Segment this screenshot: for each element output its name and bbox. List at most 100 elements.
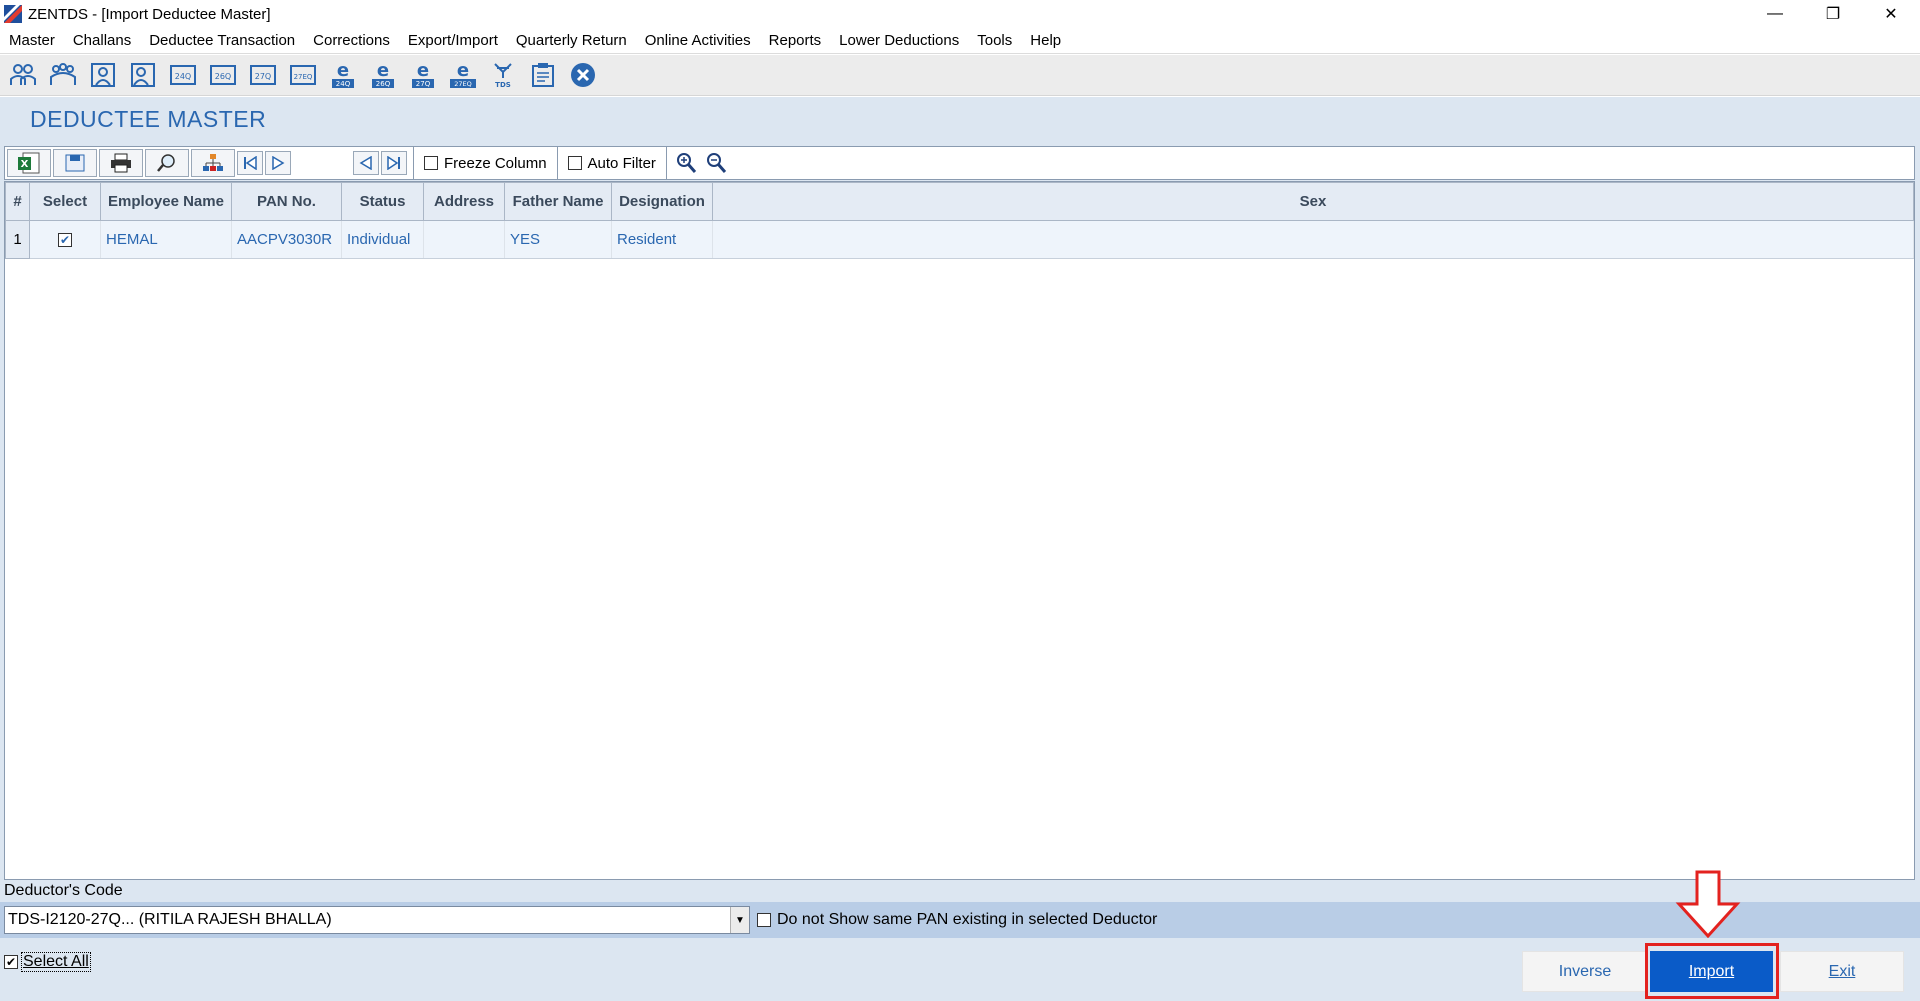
select-all-label: Select All xyxy=(21,952,91,972)
deductee-grid: # Select Employee Name PAN No. Status Ad… xyxy=(4,181,1915,880)
dropdown-arrow-icon[interactable]: ▼ xyxy=(730,907,749,933)
export-excel-button[interactable]: X xyxy=(7,149,51,177)
group-button[interactable] xyxy=(191,149,235,177)
first-record-button[interactable] xyxy=(237,151,263,175)
document-icon[interactable] xyxy=(527,59,559,91)
save-icon xyxy=(65,154,85,172)
first-record-icon xyxy=(244,156,257,170)
last-record-button[interactable] xyxy=(381,151,407,175)
form-26q-label: 26Q xyxy=(215,72,231,81)
employee-icon[interactable] xyxy=(127,59,159,91)
svg-text:X: X xyxy=(21,159,29,170)
window-title: ZENTDS - [Import Deductee Master] xyxy=(28,5,271,23)
cell-pan[interactable]: AACPV3030R xyxy=(231,220,342,259)
deductor-icon[interactable] xyxy=(7,59,39,91)
excel-icon: X xyxy=(18,152,40,174)
table-row[interactable]: 1 ✔ HEMAL AACPV3030R Individual YES Resi… xyxy=(5,220,1914,259)
menu-quarterly-return[interactable]: Quarterly Return xyxy=(507,32,636,49)
form-27eq-icon[interactable]: 27EQ xyxy=(287,59,319,91)
e-26q-icon[interactable]: e 26Q xyxy=(367,59,399,91)
menu-bar: Master Challans Deductee Transaction Cor… xyxy=(0,28,1920,54)
menu-help[interactable]: Help xyxy=(1021,32,1070,49)
menu-export-import[interactable]: Export/Import xyxy=(399,32,507,49)
close-window-button[interactable]: ✕ xyxy=(1862,0,1920,28)
tds-icon[interactable]: TDS xyxy=(487,59,519,91)
auto-filter-label: Auto Filter xyxy=(587,154,656,172)
form-24q-label: 24Q xyxy=(175,72,191,81)
cell-sex[interactable] xyxy=(712,220,1914,259)
row-select-cell[interactable]: ✔ xyxy=(29,220,101,259)
e-27q-icon[interactable]: e 27Q xyxy=(407,59,439,91)
inverse-button[interactable]: Inverse xyxy=(1522,951,1648,992)
column-header-employee-name[interactable]: Employee Name xyxy=(100,182,232,221)
zoom-in-button[interactable] xyxy=(671,147,701,179)
menu-deductee-transaction[interactable]: Deductee Transaction xyxy=(140,32,304,49)
printer-icon xyxy=(111,153,131,173)
form-27eq-label: 27EQ xyxy=(294,73,313,81)
grid-toolbar: X Freeze Column Auto Filter xyxy=(4,146,1915,180)
auto-filter-toggle[interactable]: Auto Filter xyxy=(562,147,662,179)
deductee-icon[interactable] xyxy=(87,59,119,91)
svg-text:e: e xyxy=(457,60,469,81)
cell-employee-name[interactable]: HEMAL xyxy=(100,220,232,259)
next-record-button[interactable] xyxy=(265,151,291,175)
menu-reports[interactable]: Reports xyxy=(760,32,831,49)
form-24q-icon[interactable]: 24Q xyxy=(167,59,199,91)
menu-corrections[interactable]: Corrections xyxy=(304,32,399,49)
freeze-column-checkbox[interactable] xyxy=(424,156,438,170)
exit-button[interactable]: Exit xyxy=(1780,951,1904,992)
print-button[interactable] xyxy=(99,149,143,177)
cell-designation[interactable]: Resident xyxy=(611,220,713,259)
toolbar-separator xyxy=(556,147,558,179)
column-header-number[interactable]: # xyxy=(5,182,30,221)
cell-address[interactable] xyxy=(423,220,505,259)
e-24q-icon[interactable]: e 24Q xyxy=(327,59,359,91)
form-27q-icon[interactable]: 27Q xyxy=(247,59,279,91)
page-title: DEDUCTEE MASTER xyxy=(30,106,267,132)
column-header-sex[interactable]: Sex xyxy=(712,182,1914,221)
zentds-logo-icon xyxy=(4,5,22,23)
column-header-address[interactable]: Address xyxy=(423,182,505,221)
column-header-status[interactable]: Status xyxy=(341,182,424,221)
e-27eq-icon[interactable]: e 27EQ xyxy=(447,59,479,91)
deductor-code-select[interactable]: TDS-I2120-27Q... (RITILA RAJESH BHALLA) … xyxy=(4,906,750,934)
row-select-checkbox[interactable]: ✔ xyxy=(58,233,72,247)
tds-label: TDS xyxy=(495,81,511,89)
freeze-column-toggle[interactable]: Freeze Column xyxy=(418,147,553,179)
menu-online-activities[interactable]: Online Activities xyxy=(636,32,760,49)
row-number: 1 xyxy=(5,220,30,259)
deductor-code-value: TDS-I2120-27Q... (RITILA RAJESH BHALLA) xyxy=(8,911,332,928)
menu-challans[interactable]: Challans xyxy=(64,32,140,49)
column-header-select[interactable]: Select xyxy=(29,182,101,221)
toolbar-separator xyxy=(413,147,414,179)
column-header-pan[interactable]: PAN No. xyxy=(231,182,342,221)
zoom-out-button[interactable] xyxy=(701,147,731,179)
auto-filter-checkbox[interactable] xyxy=(567,156,582,170)
search-icon xyxy=(157,154,175,172)
hide-same-pan-toggle[interactable]: Do not Show same PAN existing in selecte… xyxy=(757,907,1157,933)
restore-button[interactable]: ❐ xyxy=(1804,0,1862,28)
previous-record-button[interactable] xyxy=(353,151,379,175)
menu-master[interactable]: Master xyxy=(0,32,64,49)
e-26q-label: 26Q xyxy=(376,80,391,88)
save-button[interactable] xyxy=(53,149,97,177)
menu-tools[interactable]: Tools xyxy=(968,32,1021,49)
select-all-checkbox[interactable]: ✔ xyxy=(4,955,18,969)
close-circle-icon[interactable] xyxy=(567,59,599,91)
window-controls: — ❐ ✕ xyxy=(1746,0,1920,28)
cell-father-name[interactable]: YES xyxy=(504,220,612,259)
deductee-group-icon[interactable] xyxy=(47,59,79,91)
hide-same-pan-checkbox[interactable] xyxy=(757,913,771,927)
cell-status[interactable]: Individual xyxy=(341,220,424,259)
zoom-out-icon xyxy=(706,153,727,173)
menu-lower-deductions[interactable]: Lower Deductions xyxy=(830,32,968,49)
form-26q-icon[interactable]: 26Q xyxy=(207,59,239,91)
select-all-toggle[interactable]: ✔ Select All xyxy=(4,952,91,972)
minimize-button[interactable]: — xyxy=(1746,0,1804,28)
main-toolbar: 24Q 26Q 27Q 27EQ e 24Q e 26Q e 27Q e 27EQ TD… xyxy=(0,55,1920,96)
column-header-designation[interactable]: Designation xyxy=(611,182,713,221)
toolbar-separator xyxy=(665,147,667,179)
column-header-father-name[interactable]: Father Name xyxy=(504,182,612,221)
find-button[interactable] xyxy=(145,149,189,177)
svg-text:e: e xyxy=(377,60,389,81)
